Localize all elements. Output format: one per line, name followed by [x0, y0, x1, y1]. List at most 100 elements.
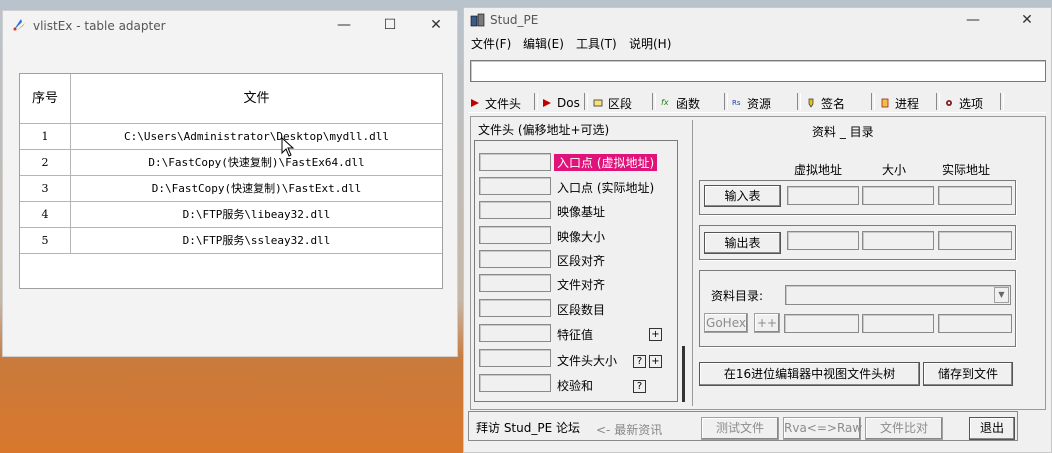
export-va-field[interactable]: [787, 231, 859, 250]
view-in-hex-editor-button[interactable]: 在16进位编辑器中视图文件头树: [699, 362, 920, 386]
minimize-button[interactable]: —: [950, 6, 996, 30]
menu-tools[interactable]: 工具(T): [576, 35, 617, 52]
minimize-button[interactable]: —: [321, 11, 367, 41]
import-size-field[interactable]: [862, 186, 934, 205]
menu-help[interactable]: 说明(H): [629, 35, 671, 52]
row-file: D:\FastCopy(快速复制)\FastExt.dll: [151, 182, 362, 195]
header-size-expand-button[interactable]: +: [649, 355, 662, 368]
section-icon: [593, 99, 603, 107]
column-header-index[interactable]: 序号: [20, 74, 71, 123]
signature-icon: [808, 98, 814, 108]
maximize-button[interactable]: ☐: [367, 11, 413, 41]
export-raw-field[interactable]: [938, 231, 1012, 250]
column-header-virtual-address: 虚拟地址: [794, 163, 843, 177]
column-header-file[interactable]: 文件: [71, 74, 442, 123]
file-table[interactable]: 序号 文件 1 C:\Users\Administrator\Desktop\m…: [19, 73, 443, 289]
dir-raw-field[interactable]: [938, 314, 1012, 333]
latest-news-link[interactable]: <- 最新资讯: [596, 421, 662, 438]
tab-dos[interactable]: Dos: [542, 93, 580, 113]
forum-link[interactable]: 拜访 Stud_PE 论坛: [476, 419, 580, 436]
tab-divider: [1000, 93, 1004, 110]
tab-options[interactable]: 选项: [944, 93, 983, 113]
exit-button[interactable]: 退出: [969, 417, 1015, 440]
close-button[interactable]: ✕: [413, 11, 459, 41]
section-count-field[interactable]: [479, 299, 551, 317]
app-icon: [13, 19, 25, 31]
image-size-label: 映像大小: [557, 230, 606, 244]
table-header: 序号 文件: [20, 74, 442, 124]
table-row[interactable]: 1 C:\Users\Administrator\Desktop\mydll.d…: [20, 124, 442, 150]
tab-process[interactable]: 进程: [880, 93, 919, 113]
menu-file[interactable]: 文件(F): [471, 35, 511, 52]
import-table-button[interactable]: 输入表: [704, 185, 781, 207]
file-compare-button[interactable]: 文件比对: [865, 417, 943, 440]
data-directory-label: 资料目录:: [711, 289, 764, 303]
file-alignment-field[interactable]: [479, 274, 551, 292]
app-icon: [470, 13, 485, 27]
tab-sections[interactable]: 区段: [593, 93, 632, 113]
window-title: Stud_PE: [490, 13, 539, 27]
tab-pe-header[interactable]: 文件头: [470, 93, 521, 113]
section-count-label: 区段数目: [557, 303, 606, 317]
image-size-field[interactable]: [479, 226, 551, 244]
menu-edit[interactable]: 编辑(E): [523, 35, 564, 52]
row-index: 1: [20, 124, 71, 149]
tab-label: 签名: [821, 96, 846, 111]
entry-point-raw-field[interactable]: [479, 177, 551, 195]
import-va-field[interactable]: [787, 186, 859, 205]
entry-point-va-field[interactable]: [479, 153, 551, 171]
section-alignment-label: 区段对齐: [557, 254, 606, 268]
tab-strip-line: [468, 112, 1046, 113]
header-fields-list[interactable]: 入口点 (虚拟地址) 入口点 (实际地址) 映像基址 映像大小 区段对齐 文件对…: [474, 140, 678, 402]
header-size-label: 文件头大小: [557, 354, 618, 368]
tab-resources[interactable]: Rs 资源: [732, 93, 771, 113]
tab-label: 资源: [747, 96, 772, 111]
resource-icon: Rs: [732, 99, 741, 107]
test-file-button[interactable]: 测试文件: [701, 417, 779, 440]
tab-signature[interactable]: 签名: [806, 93, 845, 113]
mouse-cursor-icon: [281, 137, 295, 157]
tab-label: 选项: [959, 96, 984, 111]
row-index: 3: [20, 176, 71, 201]
pe-header-label: 文件头 (偏移地址+可选): [478, 123, 610, 137]
table-row[interactable]: 3 D:\FastCopy(快速复制)\FastExt.dll: [20, 176, 442, 202]
close-button[interactable]: ✕: [1004, 6, 1050, 30]
section-alignment-field[interactable]: [479, 250, 551, 268]
export-table-button[interactable]: 输出表: [704, 232, 781, 254]
characteristics-expand-button[interactable]: +: [649, 328, 662, 341]
header-size-help-button[interactable]: ?: [633, 355, 646, 368]
row-index: 2: [20, 150, 71, 175]
dir-va-field[interactable]: [784, 314, 859, 333]
title-bar[interactable]: vlistEx - table adapter — ☐ ✕: [3, 11, 457, 41]
tab-divider: [871, 93, 875, 110]
save-to-file-button[interactable]: 储存到文件: [923, 362, 1013, 386]
rva-raw-button[interactable]: Rva<=>Raw: [783, 417, 862, 440]
characteristics-field[interactable]: [479, 324, 551, 342]
row-file: C:\Users\Administrator\Desktop\mydll.dll: [124, 130, 389, 143]
image-base-field[interactable]: [479, 201, 551, 219]
table-row[interactable]: 2 D:\FastCopy(快速复制)\FastEx64.dll: [20, 150, 442, 176]
data-directory-title: 资料 _ 目录: [812, 125, 874, 139]
checksum-help-button[interactable]: ?: [633, 380, 646, 393]
entry-point-raw-label: 入口点 (实际地址): [557, 181, 655, 195]
window-title: vlistEx - table adapter: [33, 19, 166, 33]
table-row[interactable]: 5 D:\FTP服务\ssleay32.dll: [20, 228, 442, 254]
dir-size-field[interactable]: [862, 314, 934, 333]
tab-divider: [584, 93, 588, 110]
row-file: D:\FTP服务\libeay32.dll: [182, 208, 331, 221]
fields-scrollbar-thumb[interactable]: [682, 346, 685, 402]
gohex-button[interactable]: GoHex: [704, 313, 748, 333]
tab-divider: [652, 93, 656, 110]
table-row[interactable]: 4 D:\FTP服务\libeay32.dll: [20, 202, 442, 228]
checksum-field[interactable]: [479, 374, 551, 392]
import-raw-field[interactable]: [938, 186, 1012, 205]
tab-label: 区段: [608, 96, 633, 111]
chevron-down-icon[interactable]: ▼: [994, 287, 1009, 303]
tab-label: 进程: [895, 96, 920, 111]
header-size-field[interactable]: [479, 349, 551, 367]
data-directory-select[interactable]: ▼: [785, 285, 1011, 305]
file-path-input[interactable]: [470, 60, 1046, 82]
export-size-field[interactable]: [862, 231, 934, 250]
plus-plus-button[interactable]: ++: [754, 313, 780, 333]
tab-functions[interactable]: fx 函数: [661, 93, 700, 113]
